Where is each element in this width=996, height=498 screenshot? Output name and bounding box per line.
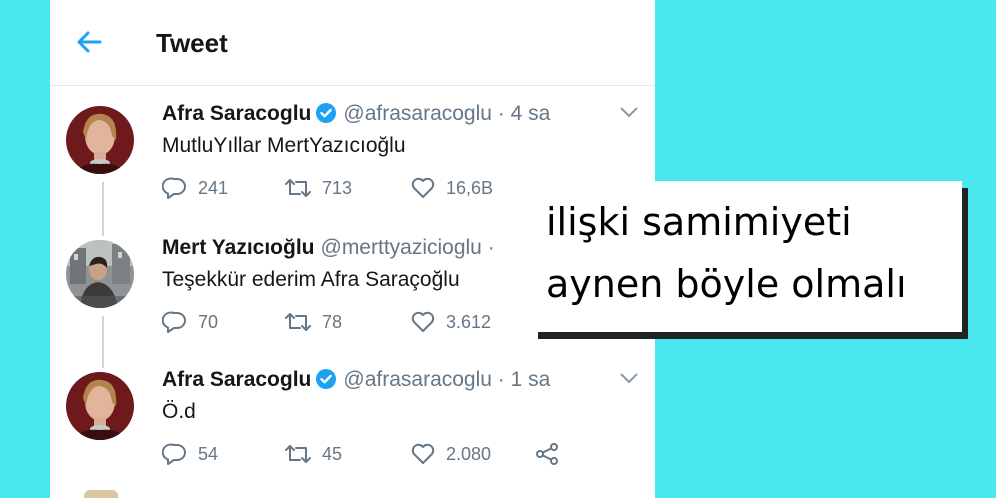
reply-count: 70 <box>198 311 219 332</box>
username[interactable]: @afrasaracoglu <box>343 368 492 391</box>
chevron-down-icon <box>620 373 638 384</box>
username[interactable]: @afrasaracoglu <box>343 102 492 125</box>
retweet-button[interactable]: 713 <box>284 174 352 202</box>
retweet-icon <box>285 179 311 197</box>
reply-icon <box>162 311 186 333</box>
display-name[interactable]: Mert Yazıcıoğlu <box>162 236 315 259</box>
timestamp[interactable]: 1 sa <box>511 368 551 391</box>
reply-icon <box>162 177 186 199</box>
caption-line: aynen böyle olmalı <box>546 262 907 306</box>
avatar[interactable] <box>66 372 134 440</box>
reply-count: 241 <box>198 177 229 198</box>
avatar[interactable] <box>66 240 134 308</box>
tweet-header: Afra Saracoglu @afrasaracoglu · 1 sa <box>162 366 550 394</box>
retweet-button[interactable]: 45 <box>284 440 342 468</box>
like-button[interactable]: 2.080 <box>410 440 491 468</box>
separator: · <box>497 368 505 391</box>
heart-icon <box>411 443 435 464</box>
retweet-icon <box>285 313 311 331</box>
retweet-count: 713 <box>322 177 353 198</box>
like-button[interactable]: 3.612 <box>410 308 491 336</box>
avatar[interactable] <box>66 106 134 174</box>
like-count: 3.612 <box>446 311 492 332</box>
tweet-menu-button[interactable] <box>618 370 640 386</box>
next-avatar-partial <box>84 490 118 498</box>
tweet-item[interactable]: Afra Saracoglu @afrasaracoglu · 1 sa Ö.d … <box>50 366 655 498</box>
page-title: Tweet <box>156 28 228 58</box>
reply-button[interactable]: 70 <box>162 308 218 336</box>
separator: · <box>497 102 505 125</box>
heart-icon <box>411 177 435 198</box>
retweet-count: 78 <box>322 311 343 332</box>
heart-icon <box>411 311 435 332</box>
tweet-header: Mert Yazıcıoğlu @merttyazicioglu · <box>162 234 495 262</box>
like-button[interactable]: 16,6B <box>410 174 493 202</box>
caption-line: ilişki samimiyeti <box>546 200 852 244</box>
reply-count: 54 <box>198 443 219 464</box>
tweet-text: Teşekkür ederim Afra Saraçoğlu <box>162 268 460 291</box>
timestamp[interactable]: 4 sa <box>511 102 551 125</box>
tweet-header: Afra Saracoglu @afrasaracoglu · 4 sa <box>162 100 550 128</box>
tweet-text: MutluYıllar MertYazıcıoğlu <box>162 134 406 157</box>
tweet-menu-button[interactable] <box>618 104 640 120</box>
reply-icon <box>162 443 186 465</box>
share-button[interactable] <box>534 440 570 468</box>
chevron-down-icon <box>620 107 638 118</box>
caption-overlay: ilişki samimiyeti aynen böyle olmalı <box>532 181 962 332</box>
retweet-button[interactable]: 78 <box>284 308 342 336</box>
tweet-text: Ö.d <box>162 400 196 423</box>
display-name[interactable]: Afra Saracoglu <box>162 368 311 391</box>
reply-button[interactable]: 54 <box>162 440 218 468</box>
verified-badge-icon <box>316 369 337 389</box>
like-count: 2.080 <box>446 443 492 464</box>
username[interactable]: @merttyazicioglu <box>321 236 482 259</box>
arrow-left-icon <box>77 31 102 53</box>
like-count: 16,6B <box>446 177 494 198</box>
display-name[interactable]: Afra Saracoglu <box>162 102 311 125</box>
retweet-icon <box>285 445 311 463</box>
separator: · <box>487 236 495 259</box>
back-button[interactable] <box>74 28 106 56</box>
reply-button[interactable]: 241 <box>162 174 228 202</box>
share-icon <box>536 443 558 465</box>
verified-badge-icon <box>316 103 337 123</box>
top-bar: Tweet <box>50 0 655 86</box>
retweet-count: 45 <box>322 443 343 464</box>
